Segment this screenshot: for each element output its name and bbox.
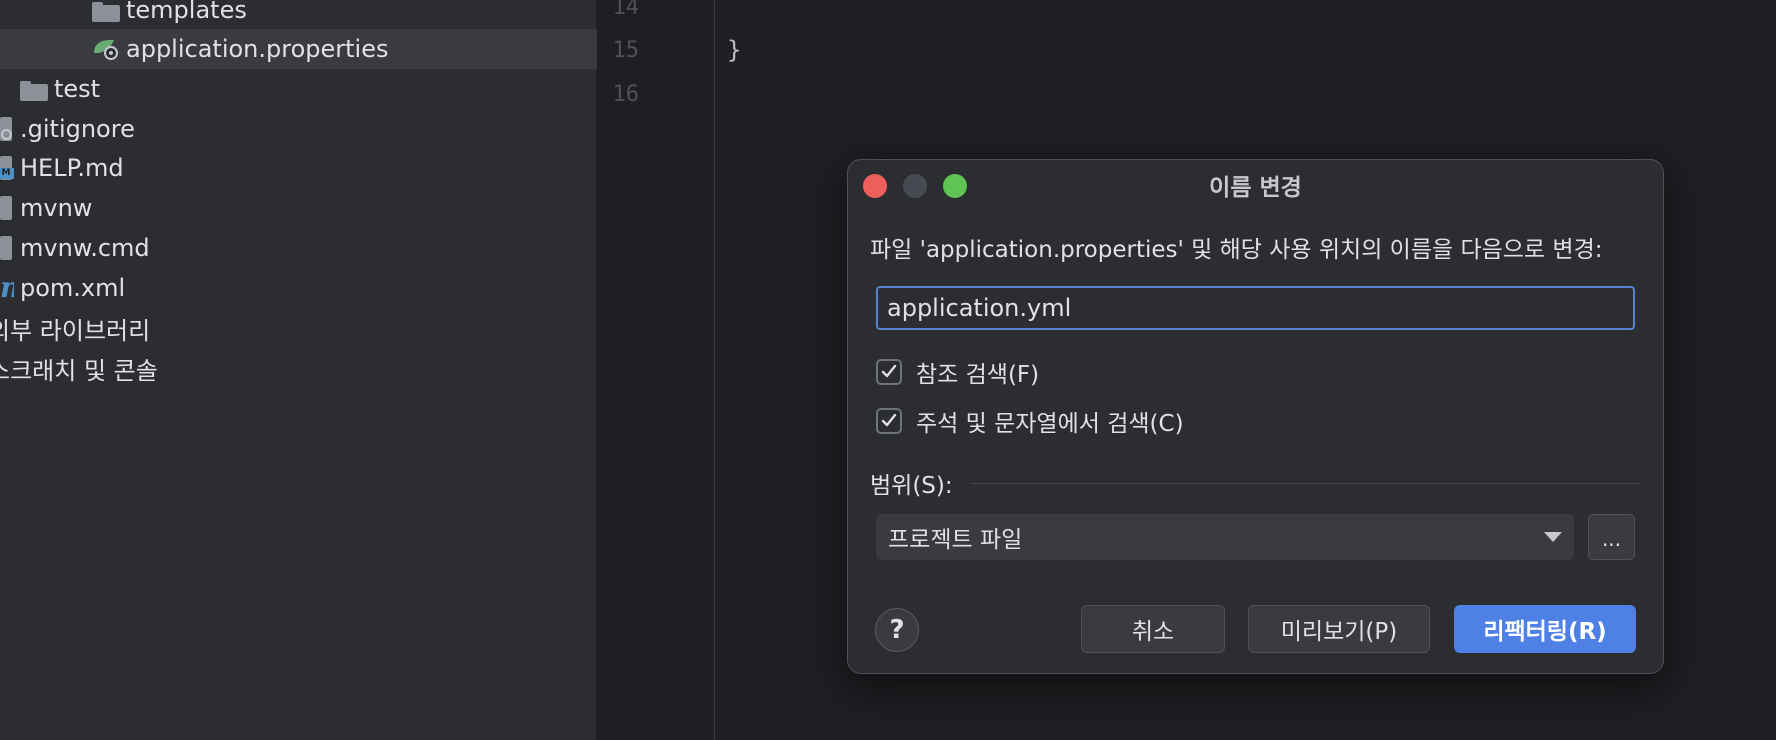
file-icon [0, 196, 12, 220]
search-comments-label: 주석 및 문자열에서 검색(C) [916, 411, 1184, 437]
search-comments-checkbox[interactable] [876, 408, 902, 434]
scope-more-button[interactable]: ... [1588, 514, 1635, 560]
tree-item-label: templates [126, 0, 247, 24]
search-references-label: 참조 검색(F) [916, 362, 1040, 388]
scope-label: 범위(S): [870, 473, 953, 499]
editor-gutter: 14 15 16 [597, 0, 714, 740]
code-line: } [727, 36, 742, 64]
tree-item-test[interactable]: test [0, 69, 616, 109]
project-tree: templates application.properties test .g… [0, 0, 688, 740]
tree-item-label: test [54, 75, 101, 103]
tree-item-application-properties[interactable]: application.properties [0, 29, 688, 69]
search-comments-option[interactable]: 주석 및 문자열에서 검색(C) [876, 406, 1184, 437]
maven-icon: m [0, 276, 14, 300]
scope-dropdown[interactable]: 프로젝트 파일 [876, 514, 1574, 560]
spring-properties-icon [92, 37, 118, 61]
markdown-file-icon [0, 156, 14, 180]
tree-item-gitignore[interactable]: .gitignore [0, 109, 596, 149]
folder-icon [92, 0, 120, 22]
tree-item-help-md[interactable]: HELP.md [0, 148, 596, 188]
tree-item-pom-xml[interactable]: m pom.xml [0, 268, 596, 308]
help-button[interactable]: ? [875, 608, 919, 652]
tree-item-label: 스크래치 및 콘솔 [0, 356, 158, 385]
scope-separator [970, 483, 1641, 484]
checkmark-icon [881, 413, 897, 427]
search-references-checkbox[interactable] [876, 359, 902, 385]
scope-selected-value: 프로젝트 파일 [888, 527, 1023, 553]
folder-icon [20, 77, 48, 101]
line-number: 15 [612, 38, 640, 63]
chevron-down-icon [1544, 532, 1562, 542]
tree-item-scratches[interactable]: 스크래치 및 콘솔 [0, 348, 584, 388]
gitignore-file-icon [0, 117, 14, 141]
file-icon [0, 236, 12, 260]
tree-item-templates[interactable]: templates [0, 0, 688, 30]
tree-item-external-libraries[interactable]: 외부 라이브러리 [0, 308, 584, 348]
preview-button[interactable]: 미리보기(P) [1248, 605, 1430, 653]
tree-item-mvnw[interactable]: mvnw [0, 188, 596, 228]
line-number: 16 [612, 82, 640, 107]
cancel-button[interactable]: 취소 [1081, 605, 1225, 653]
line-number: 14 [612, 0, 640, 20]
tree-item-label: HELP.md [20, 154, 124, 182]
rename-dialog: 이름 변경 파일 'application.properties' 및 해당 사… [847, 159, 1664, 674]
new-name-input[interactable] [876, 286, 1635, 330]
tree-item-label: mvnw.cmd [20, 234, 150, 262]
tree-item-label: application.properties [126, 35, 389, 63]
checkmark-icon [881, 364, 897, 378]
tree-item-label: mvnw [20, 194, 93, 222]
tree-item-label: 외부 라이브러리 [0, 316, 151, 345]
rename-prompt: 파일 'application.properties' 및 해당 사용 위치의 … [870, 237, 1603, 263]
tree-item-label: pom.xml [20, 274, 126, 302]
search-references-option[interactable]: 참조 검색(F) [876, 357, 1040, 388]
tree-item-label: .gitignore [20, 115, 135, 143]
refactor-button[interactable]: 리팩터링(R) [1454, 605, 1636, 653]
tree-item-mvnw-cmd[interactable]: mvnw.cmd [0, 228, 596, 268]
ide-window: templates application.properties test .g… [0, 0, 1776, 740]
dialog-title: 이름 변경 [1209, 175, 1302, 201]
